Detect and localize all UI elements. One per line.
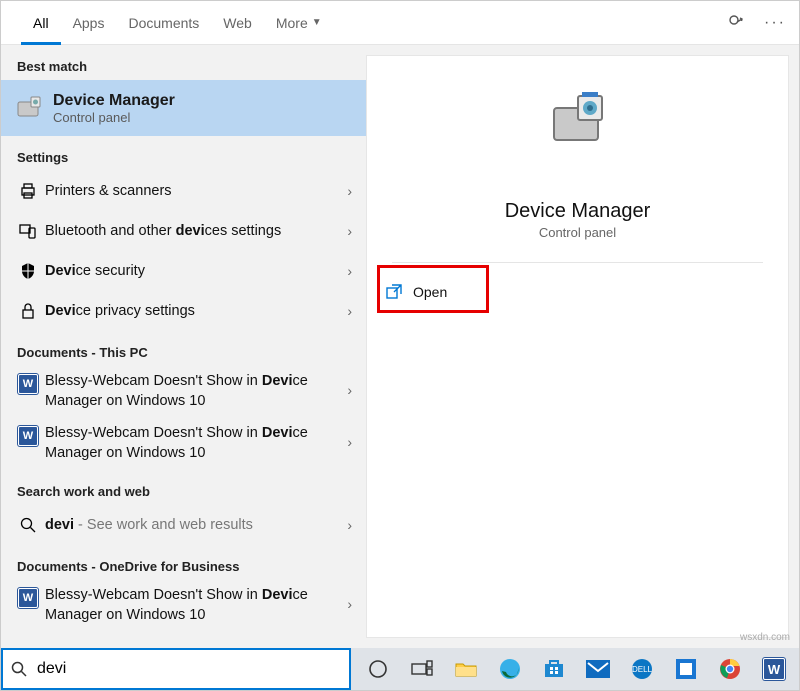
settings-item-label: Device security bbox=[41, 263, 347, 279]
settings-item-device-security[interactable]: Device security › bbox=[1, 251, 366, 291]
settings-item-label: Printers & scanners bbox=[41, 183, 347, 199]
search-icon bbox=[15, 517, 41, 533]
open-label: Open bbox=[413, 284, 447, 300]
watermark: wsxdn.com bbox=[740, 632, 790, 643]
section-settings: Settings bbox=[1, 136, 366, 171]
edge-icon[interactable] bbox=[495, 654, 525, 684]
document-item-label: Blessy-Webcam Doesn't Show in Device Man… bbox=[41, 372, 347, 411]
chevron-right-icon: › bbox=[347, 517, 352, 533]
feedback-icon[interactable] bbox=[727, 13, 759, 33]
task-view-icon[interactable] bbox=[407, 654, 437, 684]
web-search-item[interactable]: devi - See work and web results › bbox=[1, 505, 366, 545]
store-icon[interactable] bbox=[539, 654, 569, 684]
details-title: Device Manager bbox=[505, 200, 651, 223]
chevron-right-icon: › bbox=[347, 223, 352, 239]
web-search-label: devi - See work and web results bbox=[41, 517, 347, 533]
devices-icon bbox=[15, 222, 41, 240]
taskbar: DELL W bbox=[351, 648, 799, 690]
tab-all[interactable]: All bbox=[21, 1, 61, 45]
settings-item-bluetooth[interactable]: Bluetooth and other devices settings › bbox=[1, 211, 366, 251]
best-match-title: Device Manager bbox=[53, 92, 175, 110]
printer-icon bbox=[15, 182, 41, 200]
word-icon[interactable]: W bbox=[759, 654, 789, 684]
more-options-icon[interactable]: ··· bbox=[759, 14, 791, 32]
tab-more-label: More bbox=[276, 1, 308, 45]
search-input[interactable] bbox=[37, 660, 341, 678]
caret-down-icon: ▼ bbox=[312, 1, 322, 45]
svg-text:DELL: DELL bbox=[632, 665, 653, 674]
chrome-icon[interactable] bbox=[715, 654, 745, 684]
document-item-label: Blessy-Webcam Doesn't Show in Device Man… bbox=[41, 586, 347, 625]
top-tabbar: All Apps Documents Web More ▼ ··· bbox=[1, 1, 799, 45]
chevron-right-icon: › bbox=[347, 263, 352, 279]
open-icon bbox=[385, 283, 403, 301]
tab-apps[interactable]: Apps bbox=[61, 1, 117, 45]
bottom-bar: DELL W bbox=[1, 648, 799, 690]
word-doc-icon: W bbox=[15, 372, 41, 394]
results-pane: Best match Device Manager Control panel … bbox=[1, 45, 366, 648]
settings-item-label: Device privacy settings bbox=[41, 303, 347, 319]
lock-icon bbox=[15, 302, 41, 320]
search-icon bbox=[11, 661, 31, 677]
search-box[interactable] bbox=[1, 648, 351, 690]
details-pane-wrapper: Device Manager Control panel Open bbox=[366, 45, 799, 648]
divider bbox=[392, 262, 762, 263]
best-match-text: Device Manager Control panel bbox=[53, 92, 175, 125]
main-content: Best match Device Manager Control panel … bbox=[1, 45, 799, 648]
document-item-label: Blessy-Webcam Doesn't Show in Device Man… bbox=[41, 424, 347, 463]
chevron-right-icon: › bbox=[347, 586, 352, 612]
chevron-right-icon: › bbox=[347, 183, 352, 199]
best-match-subtitle: Control panel bbox=[53, 110, 175, 125]
tab-web[interactable]: Web bbox=[211, 1, 264, 45]
word-doc-icon: W bbox=[15, 424, 41, 446]
chevron-right-icon: › bbox=[347, 303, 352, 319]
shield-icon bbox=[15, 262, 41, 280]
details-pane: Device Manager Control panel Open bbox=[366, 55, 789, 638]
mail-icon[interactable] bbox=[583, 654, 613, 684]
chevron-right-icon: › bbox=[347, 424, 352, 450]
app-icon-blue[interactable] bbox=[671, 654, 701, 684]
best-match-item[interactable]: Device Manager Control panel bbox=[1, 80, 366, 136]
device-manager-icon bbox=[15, 94, 43, 122]
file-explorer-icon[interactable] bbox=[451, 654, 481, 684]
document-item[interactable]: W Blessy-Webcam Doesn't Show in Device M… bbox=[1, 580, 366, 632]
tab-documents[interactable]: Documents bbox=[116, 1, 211, 45]
section-docs-thispc: Documents - This PC bbox=[1, 331, 366, 366]
settings-item-device-privacy[interactable]: Device privacy settings › bbox=[1, 291, 366, 331]
settings-item-printers[interactable]: Printers & scanners › bbox=[1, 171, 366, 211]
tab-more[interactable]: More ▼ bbox=[264, 1, 334, 45]
details-icon bbox=[546, 88, 610, 152]
section-search-workweb: Search work and web bbox=[1, 470, 366, 505]
details-subtitle: Control panel bbox=[539, 225, 616, 240]
section-docs-onedrive: Documents - OneDrive for Business bbox=[1, 545, 366, 580]
open-action[interactable]: Open bbox=[367, 271, 788, 313]
document-item[interactable]: W Blessy-Webcam Doesn't Show in Device M… bbox=[1, 418, 366, 470]
cortana-icon[interactable] bbox=[363, 654, 393, 684]
chevron-right-icon: › bbox=[347, 372, 352, 398]
section-best-match: Best match bbox=[1, 45, 366, 80]
word-doc-icon: W bbox=[15, 586, 41, 608]
dell-icon[interactable]: DELL bbox=[627, 654, 657, 684]
settings-item-label: Bluetooth and other devices settings bbox=[41, 223, 347, 239]
document-item[interactable]: W Blessy-Webcam Doesn't Show in Device M… bbox=[1, 366, 366, 418]
